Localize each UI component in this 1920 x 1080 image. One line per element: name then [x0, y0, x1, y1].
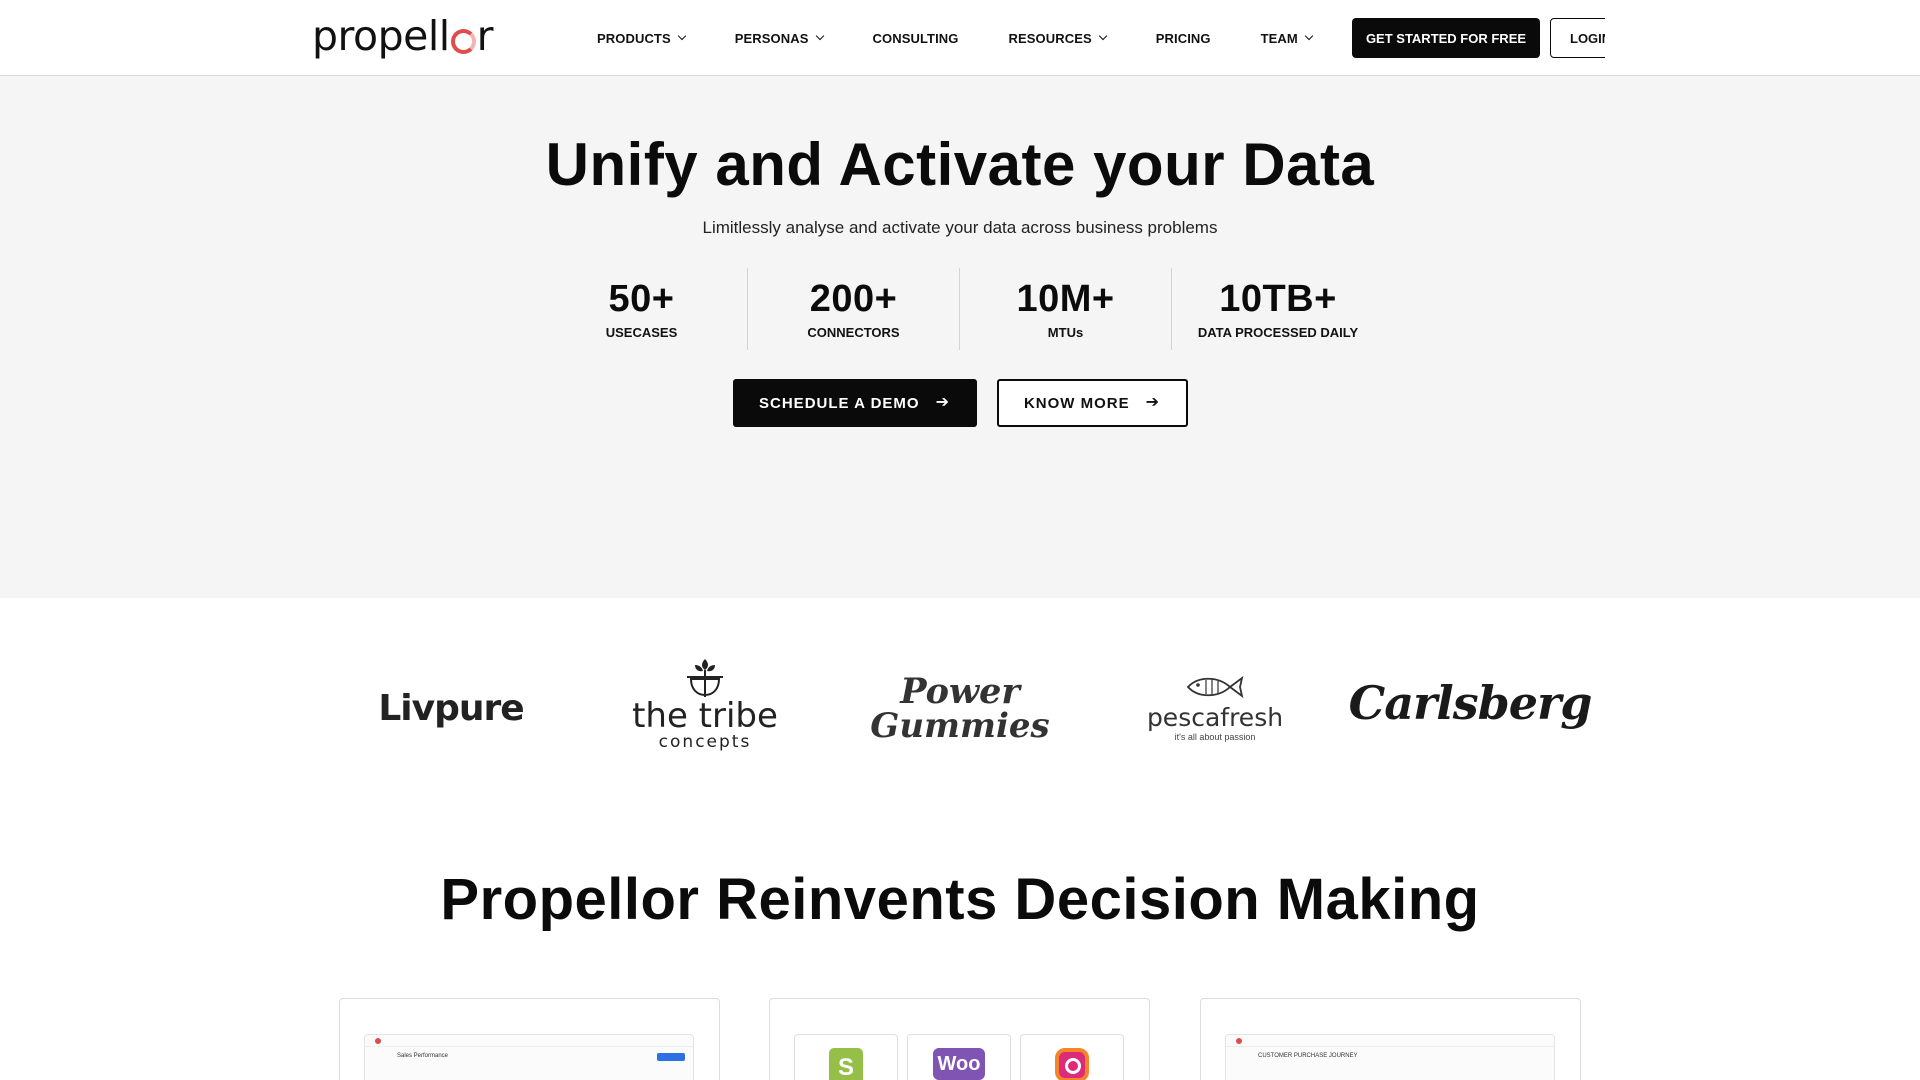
hero-cta-row: SCHEDULE A DEMO ➔ KNOW MORE ➔ [0, 379, 1920, 427]
nav-item-label: PERSONAS [734, 30, 809, 46]
stat-label: CONNECTORS [807, 325, 900, 340]
nav-item-consulting[interactable]: CONSULTING [873, 31, 959, 46]
nav-item-team[interactable]: TEAM [1260, 30, 1314, 46]
stat-mtus: 10M+ MTUs [960, 268, 1172, 350]
tribe-line2: concepts [658, 732, 752, 752]
hero-section: Unify and Activate your Data Limitlessly… [0, 76, 1920, 598]
schedule-demo-label: SCHEDULE A DEMO [759, 394, 920, 412]
stat-value: 200+ [809, 278, 898, 320]
chevron-down-icon [677, 31, 686, 41]
journey-preview: CUSTOMER PURCHASE JOURNEY [1225, 1034, 1555, 1080]
nav-item-label: RESOURCES [1008, 30, 1092, 46]
hero-title: Unify and Activate your Data [545, 131, 1375, 198]
app-logo-icon [1236, 1037, 1242, 1044]
propellor-logo[interactable]: propell r [312, 12, 493, 60]
arrow-right-icon: ➔ [935, 394, 950, 411]
livpure-logo: Livpure [378, 678, 524, 738]
carlsberg-wordmark: Carlsberg [1348, 676, 1593, 730]
pescafresh-logo: pescafresh it's all about passion [1146, 668, 1284, 748]
pescafresh-wordmark: pescafresh [1146, 703, 1284, 732]
stat-label: DATA PROCESSED DAILY [1197, 325, 1359, 340]
stat-connectors: 200+ CONNECTORS [748, 268, 960, 350]
login-button[interactable]: LOGIN [1550, 18, 1605, 58]
chevron-down-icon [1304, 31, 1314, 41]
arrow-right-icon: ➔ [1145, 394, 1161, 411]
preview-heading: Sales Performance [397, 1053, 449, 1059]
nav-item-label: PRODUCTS [597, 30, 671, 46]
chevron-down-icon [1098, 31, 1107, 41]
power-gummies-logo: Power Gummies [870, 668, 1049, 750]
stat-data-processed: 10TB+ DATA PROCESSED DAILY [1172, 268, 1384, 350]
logo-o-mark-icon [450, 28, 476, 54]
main-menu: PRODUCTS PERSONAS CONSULTING RESOURCES P… [597, 24, 1362, 52]
feature-card-analytics[interactable]: Sales Performance [339, 998, 720, 1080]
get-started-button[interactable]: GET STARTED FOR FREE [1352, 18, 1540, 58]
tribe-line1: the tribe [632, 696, 778, 736]
nav-item-pricing[interactable]: PRICING [1156, 31, 1211, 46]
preview-toolbar [1226, 1035, 1554, 1047]
client-logos-strip: Livpure the tribe concepts Power Gummies… [0, 598, 1920, 818]
instagram-tile [1020, 1034, 1124, 1080]
nav-item-resources[interactable]: RESOURCES [1008, 30, 1107, 46]
chevron-down-icon [815, 31, 824, 41]
schedule-demo-button[interactable]: SCHEDULE A DEMO ➔ [732, 379, 977, 427]
logo-text-part1: propell [312, 12, 450, 60]
know-more-button[interactable]: KNOW MORE ➔ [996, 379, 1188, 427]
feature-card-journey[interactable]: CUSTOMER PURCHASE JOURNEY [1200, 998, 1581, 1080]
nav-item-label: PRICING [1155, 30, 1211, 46]
know-more-label: KNOW MORE [1023, 394, 1130, 412]
power-line1: Power [900, 671, 1020, 712]
stat-value: 10M+ [1016, 278, 1115, 320]
login-clip: LOGIN [1550, 18, 1605, 58]
tribe-concepts-logo: the tribe concepts [630, 653, 780, 753]
top-nav: propell r PRODUCTS PERSONAS CONSULTING RE… [0, 0, 1920, 76]
livpure-wordmark: Livpure [378, 687, 524, 729]
stat-usecases: 50+ USECASES [536, 268, 748, 350]
preview-action-button [657, 1053, 685, 1061]
app-logo-icon [375, 1037, 381, 1044]
shopify-icon: S [829, 1048, 863, 1080]
logo-text-part2: r [476, 12, 494, 60]
stats-row: 50+ USECASES 200+ CONNECTORS 10M+ MTUs 1… [0, 268, 1920, 350]
instagram-icon [1055, 1048, 1089, 1080]
feature-card-connectors[interactable]: S Woo [769, 998, 1150, 1080]
nav-item-label: CONSULTING [872, 30, 959, 46]
stat-label: USECASES [605, 325, 678, 340]
nav-item-label: TEAM [1260, 30, 1298, 46]
tribe-plant-icon [687, 659, 723, 697]
nav-item-personas[interactable]: PERSONAS [734, 30, 824, 46]
hero-subtitle: Limitlessly analyse and activate your da… [702, 218, 1218, 237]
section-title: Propellor Reinvents Decision Making [440, 867, 1480, 932]
pescafresh-tagline: it's all about passion [1174, 732, 1256, 742]
stat-value: 50+ [608, 278, 675, 320]
woocommerce-icon: Woo [933, 1048, 985, 1080]
dashboard-preview: Sales Performance [364, 1034, 694, 1080]
power-line2: Gummies [870, 706, 1050, 746]
stat-value: 10TB+ [1219, 278, 1337, 320]
preview-toolbar [365, 1035, 693, 1047]
woocommerce-tile: Woo [907, 1034, 1011, 1080]
nav-item-products[interactable]: PRODUCTS [597, 30, 686, 46]
shopify-tile: S [794, 1034, 898, 1080]
preview-heading: CUSTOMER PURCHASE JOURNEY [1258, 1053, 1358, 1059]
stat-label: MTUs [1047, 325, 1084, 340]
fish-icon [1186, 675, 1244, 699]
carlsberg-logo: Carlsberg [1349, 668, 1593, 738]
